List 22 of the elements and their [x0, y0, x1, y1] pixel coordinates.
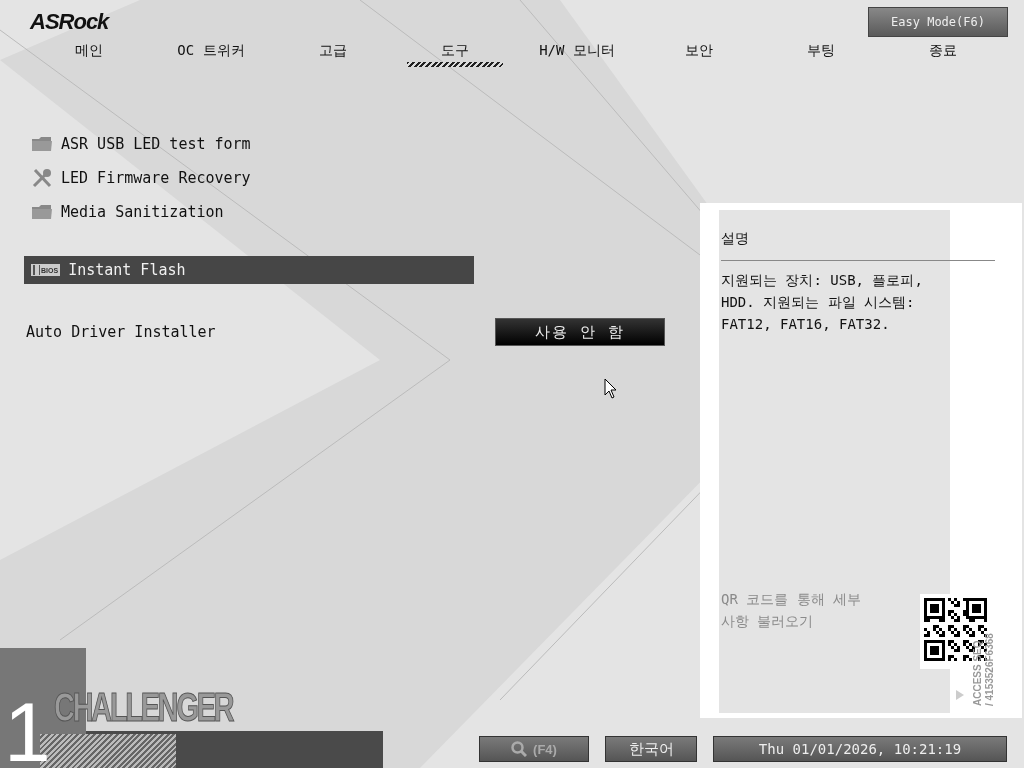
menu-tab[interactable]: OC 트위커 [150, 38, 272, 67]
qr-hint-text: QR 코드를 통해 세부 사항 불러오기 [721, 590, 863, 631]
menu-tab[interactable]: 부팅 [760, 38, 882, 67]
setting-label: Auto Driver Installer [26, 323, 216, 341]
menu-item[interactable]: ASR USB LED test form [24, 130, 474, 158]
brand-logo: ASRock [30, 9, 109, 35]
language-button[interactable]: 한국어 [605, 736, 697, 762]
menu-tab[interactable]: 메인 [28, 38, 150, 67]
datetime-button[interactable]: Thu 01/01/2026, 10:21:19 [713, 736, 1007, 762]
help-text: 지원되는 장치: USB, 플로피, HDD. 지원되는 파일 시스템: FAT12, FAT16, FAT32. [721, 271, 924, 334]
logo-number: 1 [4, 690, 51, 768]
menu-item[interactable]: LED Firmware Recovery [24, 164, 474, 192]
menu-tab[interactable]: 보안 [638, 38, 760, 67]
help-title: 설명 [721, 230, 750, 248]
menu-tab[interactable]: H/W 모니터 [516, 38, 638, 67]
access-code: / 4153526F6368 [984, 633, 996, 706]
setting-value-dropdown[interactable]: 사용 안 함 [495, 318, 665, 346]
menu-tab[interactable]: 고급 [272, 38, 394, 67]
menu-tab[interactable]: 종료 [882, 38, 1004, 67]
access-label: ACCESS SEQ [972, 640, 984, 706]
easy-mode-button[interactable]: Easy Mode(F6) [868, 7, 1008, 37]
menu-item[interactable]: Media Sanitization [24, 198, 474, 226]
